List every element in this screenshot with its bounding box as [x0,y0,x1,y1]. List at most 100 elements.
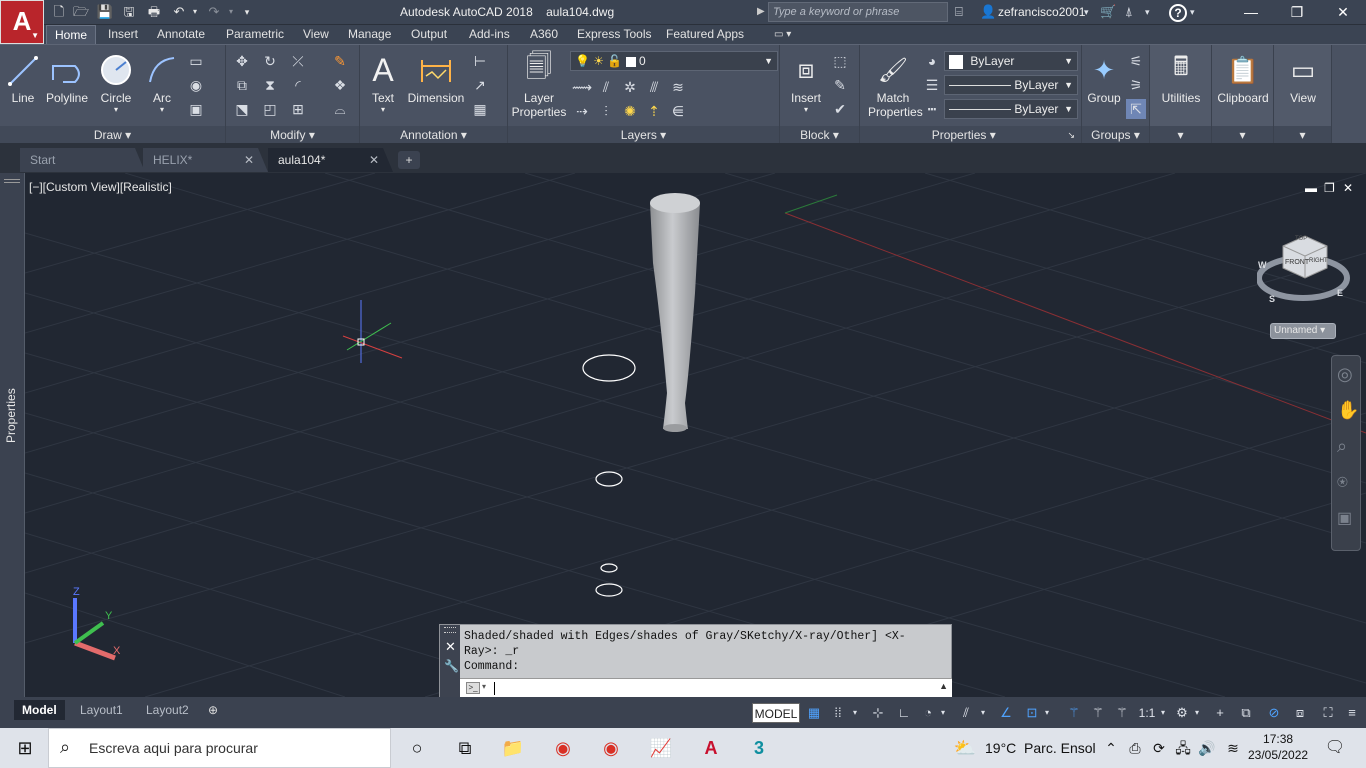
notifications-icon[interactable]: 🗨 [1322,736,1348,760]
group-selection-icon[interactable]: ⇱ [1126,99,1146,119]
scale-icon[interactable]: ◰ [260,99,280,119]
palette-grip[interactable] [4,179,20,183]
drag-grip-icon[interactable] [444,627,456,633]
orbit-icon[interactable]: ⍟ [1337,472,1348,493]
isodraft-dropdown-icon[interactable]: ▾ [978,703,988,723]
user-name[interactable]: zefrancisco2001 [998,5,1085,19]
search-input[interactable]: Type a keyword or phrase [768,2,948,22]
windows-start-icon[interactable]: ⊞ [12,736,38,760]
arc-button[interactable]: Arc ▾ [144,49,180,114]
taskbar-search-input[interactable]: Escreva aqui para procurar [48,728,391,768]
layer-unlock-icon[interactable]: ⋹ [668,101,688,121]
circle-button[interactable]: Circle ▾ [98,49,134,114]
insert-dropdown-icon[interactable]: ▾ [784,105,828,114]
ribbon-minimize-icon[interactable]: ▭ ▾ [766,25,799,44]
model-space-button[interactable]: MODEL [752,703,800,723]
match-layer-icon[interactable]: ⫶ [596,101,616,121]
user-dropdown-icon[interactable]: ▾ [1084,3,1089,21]
annotation-scale-icon[interactable]: ⚚ [1112,703,1132,723]
annotation-scale-value[interactable]: 1:1 [1136,703,1158,723]
modify-panel-title[interactable]: Modify ▾ [226,126,359,144]
layer-properties-button[interactable]: 🗐 Layer Properties [510,49,568,119]
a360-dropdown-icon[interactable]: ▾ [1145,3,1150,21]
user-icon[interactable]: 👤 [980,3,996,21]
network-icon[interactable]: 🖧 [1170,736,1196,760]
object-snap-tracking-icon[interactable]: ∠ [996,703,1016,723]
tab-parametric[interactable]: Parametric [218,25,292,44]
tab-insert[interactable]: Insert [100,25,146,44]
redo-icon[interactable]: ↷ [205,4,223,20]
layer-on-all-icon[interactable]: ✺ [620,101,640,121]
hatch-icon[interactable]: ◉ [186,75,206,95]
object-snap-dropdown-icon[interactable]: ▾ [1042,703,1052,723]
file-tab-helix[interactable]: HELIX* ✕ [143,148,268,172]
volume-icon[interactable]: 🔊 [1194,736,1220,760]
file-tab-aula104[interactable]: aula104* ✕ [268,148,393,172]
linetype-dropdown[interactable]: ByLayer ▼ [944,75,1078,95]
undo-dropdown-icon[interactable]: ▾ [186,4,204,20]
layer-lock-tool-icon[interactable]: ⫻ [644,77,664,97]
maximize-button[interactable]: ❐ [1274,0,1320,25]
close-tab-icon[interactable]: ✕ [369,148,379,172]
group-button[interactable]: ✦ Group [1084,49,1124,106]
clipboard-panel[interactable]: 📋 Clipboard ▾ [1212,45,1274,144]
arc-dropdown-icon[interactable]: ▾ [144,105,180,114]
compass-west-label[interactable]: W [1258,260,1267,270]
rotate-icon[interactable]: ↻ [260,51,280,71]
utilities-panel[interactable]: 🖩 Utilities ▾ [1150,45,1212,144]
drawing-canvas[interactable] [25,173,1366,697]
viewport-minimize-icon[interactable]: ▬ [1305,181,1317,195]
viewcube-right-label[interactable]: RIGHT [1309,258,1328,264]
minimize-button[interactable]: — [1228,0,1274,25]
plot-icon[interactable]: 🖶 [145,4,163,20]
clipboard-button[interactable]: 📋 Clipboard [1214,49,1272,106]
tab-manage[interactable]: Manage [340,25,399,44]
linear-dimension-icon[interactable]: ⊢ [470,51,490,71]
open-file-icon[interactable]: 🗁 [72,4,90,20]
table-icon[interactable]: ▦ [470,99,490,119]
layer-dropdown[interactable]: 💡 ☀ 🔓 0 ▼ [570,51,778,71]
help-icon[interactable]: ? [1169,4,1187,22]
save-icon[interactable]: 💾 [96,4,114,20]
text-dropdown-icon[interactable]: ▾ [368,105,398,114]
polar-dropdown-icon[interactable]: ▾ [938,703,948,723]
clean-screen-icon[interactable]: ⛶ [1318,703,1338,723]
tab-express-tools[interactable]: Express Tools [569,25,659,44]
clipboard-dropdown-icon[interactable]: ▾ [1212,126,1273,144]
annotation-visibility-icon[interactable]: ⚚ [1064,703,1084,723]
block-panel-title[interactable]: Block ▾ [780,126,859,144]
create-block-icon[interactable]: ⬚ [830,51,850,71]
make-current-icon[interactable]: ⇢ [572,101,592,121]
autocad-taskbar-icon[interactable]: A [698,736,724,760]
hardware-acceleration-icon[interactable]: ⊘ [1264,703,1284,723]
workspace-dropdown-icon[interactable]: ▾ [1192,703,1202,723]
tray-app-icon[interactable]: ⎙ [1122,736,1148,760]
add-layout-icon[interactable]: ⊕ [200,700,226,720]
tab-view[interactable]: View [295,25,337,44]
task-view-icon[interactable]: ⧉ [452,736,478,760]
mirror-icon[interactable]: ⧗ [260,75,280,95]
move-icon[interactable]: ✥ [232,51,252,71]
tab-output[interactable]: Output [403,25,455,44]
trim-icon[interactable]: ⤫ [288,51,308,71]
viewport-close-icon[interactable]: ✕ [1343,181,1353,195]
fillet-icon[interactable]: ◜ [288,75,308,95]
properties-palette[interactable]: Properties [0,173,25,697]
draw-panel-title[interactable]: Draw ▾ [0,126,225,144]
cortana-icon[interactable]: ○ [404,736,430,760]
close-command-line-icon[interactable]: ✕ [445,639,456,655]
units-icon[interactable]: ⧉ [1236,703,1256,723]
stretch-icon[interactable]: ⬔ [232,99,252,119]
explode-icon[interactable]: ❖ [330,75,350,95]
circle-dropdown-icon[interactable]: ▾ [98,105,134,114]
utilities-dropdown-icon[interactable]: ▾ [1150,126,1211,144]
polyline-button[interactable]: Polyline [44,49,90,105]
customization-menu-icon[interactable]: ≡ [1342,703,1362,723]
chrome-icon[interactable]: ◉ [550,736,576,760]
line-button[interactable]: Line [6,49,40,105]
binoculars-icon[interactable]: ⌸ [955,3,963,21]
lineweight-icon[interactable]: ☰ [922,75,942,95]
autodesk-app-store-icon[interactable]: 🛒 [1100,3,1116,21]
pan-icon[interactable]: ✋ [1337,400,1359,421]
tab-home[interactable]: Home [46,25,97,44]
